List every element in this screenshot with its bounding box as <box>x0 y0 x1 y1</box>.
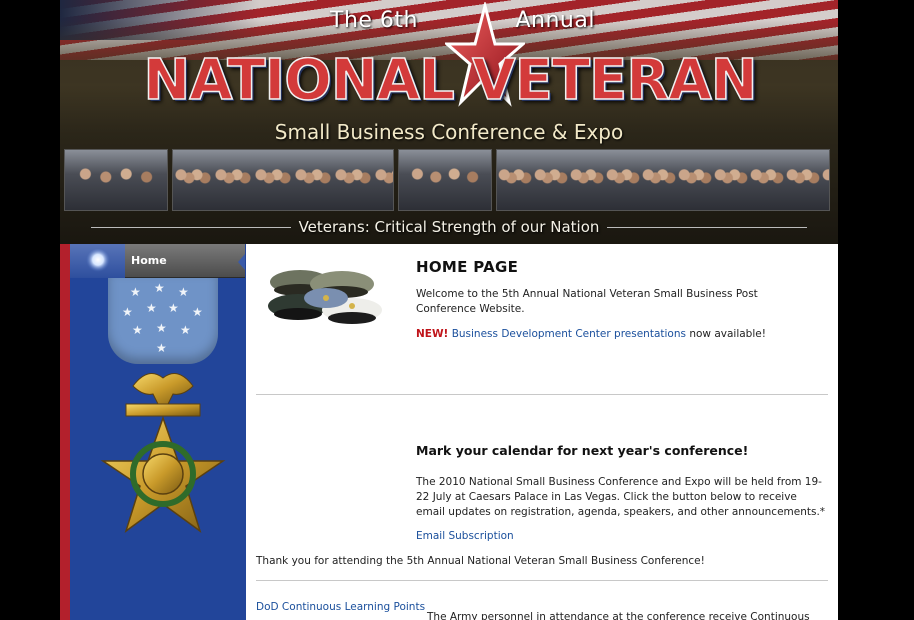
news-line: NEW! Business Development Center present… <box>416 327 826 342</box>
bdc-presentations-link[interactable]: Business Development Center presentation… <box>452 328 686 340</box>
thanks-text: Thank you for attending the 5th Annual N… <box>256 555 705 567</box>
veterans-group-photo <box>496 149 830 211</box>
calendar-heading: Mark your calendar for next year's confe… <box>416 443 749 458</box>
glowing-orb-icon <box>70 243 125 278</box>
svg-text:★: ★ <box>156 321 167 335</box>
welcome-text: Welcome to the 5th Annual National Veter… <box>416 288 758 315</box>
svg-text:★: ★ <box>154 281 165 295</box>
svg-text:★: ★ <box>192 305 203 319</box>
banner-tagline-row: Veterans: Critical Strength of our Natio… <box>60 213 838 241</box>
nav-home[interactable]: Home <box>70 243 245 278</box>
sidebar: Home ★ ★ ★ ★ ★ ★ ★ ★ ★ ★ ★ <box>60 243 246 620</box>
photo-strip <box>64 149 834 211</box>
sidebar-red-stripe <box>60 244 70 620</box>
medal-ribbon: ★ ★ ★ ★ ★ ★ ★ ★ ★ ★ ★ <box>108 278 218 364</box>
veterans-photo <box>398 149 492 211</box>
banner-title: NATIONAL VETERAN <box>143 47 759 114</box>
news-suffix: now available! <box>689 328 766 340</box>
svg-text:★: ★ <box>156 341 167 355</box>
divider <box>607 226 808 228</box>
army-text: The Army personnel in attendance at the … <box>427 611 810 620</box>
dod-learning-points-link[interactable]: DoD Continuous Learning Points <box>256 601 425 613</box>
banner-top-left: The 6th <box>330 8 418 33</box>
svg-text:★: ★ <box>180 323 191 337</box>
header-banner: The 6th Annual NATIONAL VETERAN Small Bu… <box>60 0 838 244</box>
main-content: HOME PAGE Welcome to the 5th Annual Nati… <box>246 244 838 620</box>
medal-of-honor-image <box>100 373 226 533</box>
veterans-photo <box>64 149 168 211</box>
nav-pointer-icon <box>238 254 245 270</box>
calendar-text: The 2010 National Small Business Confere… <box>416 476 826 518</box>
svg-text:★: ★ <box>122 305 133 319</box>
military-caps-image <box>268 270 382 324</box>
svg-text:★: ★ <box>130 285 141 299</box>
banner-top-right: Annual <box>515 8 595 33</box>
svg-text:★: ★ <box>178 285 189 299</box>
new-badge: NEW! <box>416 328 449 340</box>
page-title: HOME PAGE <box>416 258 519 276</box>
svg-text:★: ★ <box>132 323 143 337</box>
svg-text:★: ★ <box>146 301 157 315</box>
banner-subtitle: Small Business Conference & Expo <box>274 120 624 144</box>
veterans-group-photo <box>172 149 394 211</box>
divider <box>90 226 291 228</box>
email-subscription-link[interactable]: Email Subscription <box>416 530 514 542</box>
divider <box>256 580 828 581</box>
svg-text:★: ★ <box>168 301 179 315</box>
divider <box>256 394 828 395</box>
nav-home-label: Home <box>131 254 167 267</box>
banner-tagline: Veterans: Critical Strength of our Natio… <box>298 218 600 236</box>
